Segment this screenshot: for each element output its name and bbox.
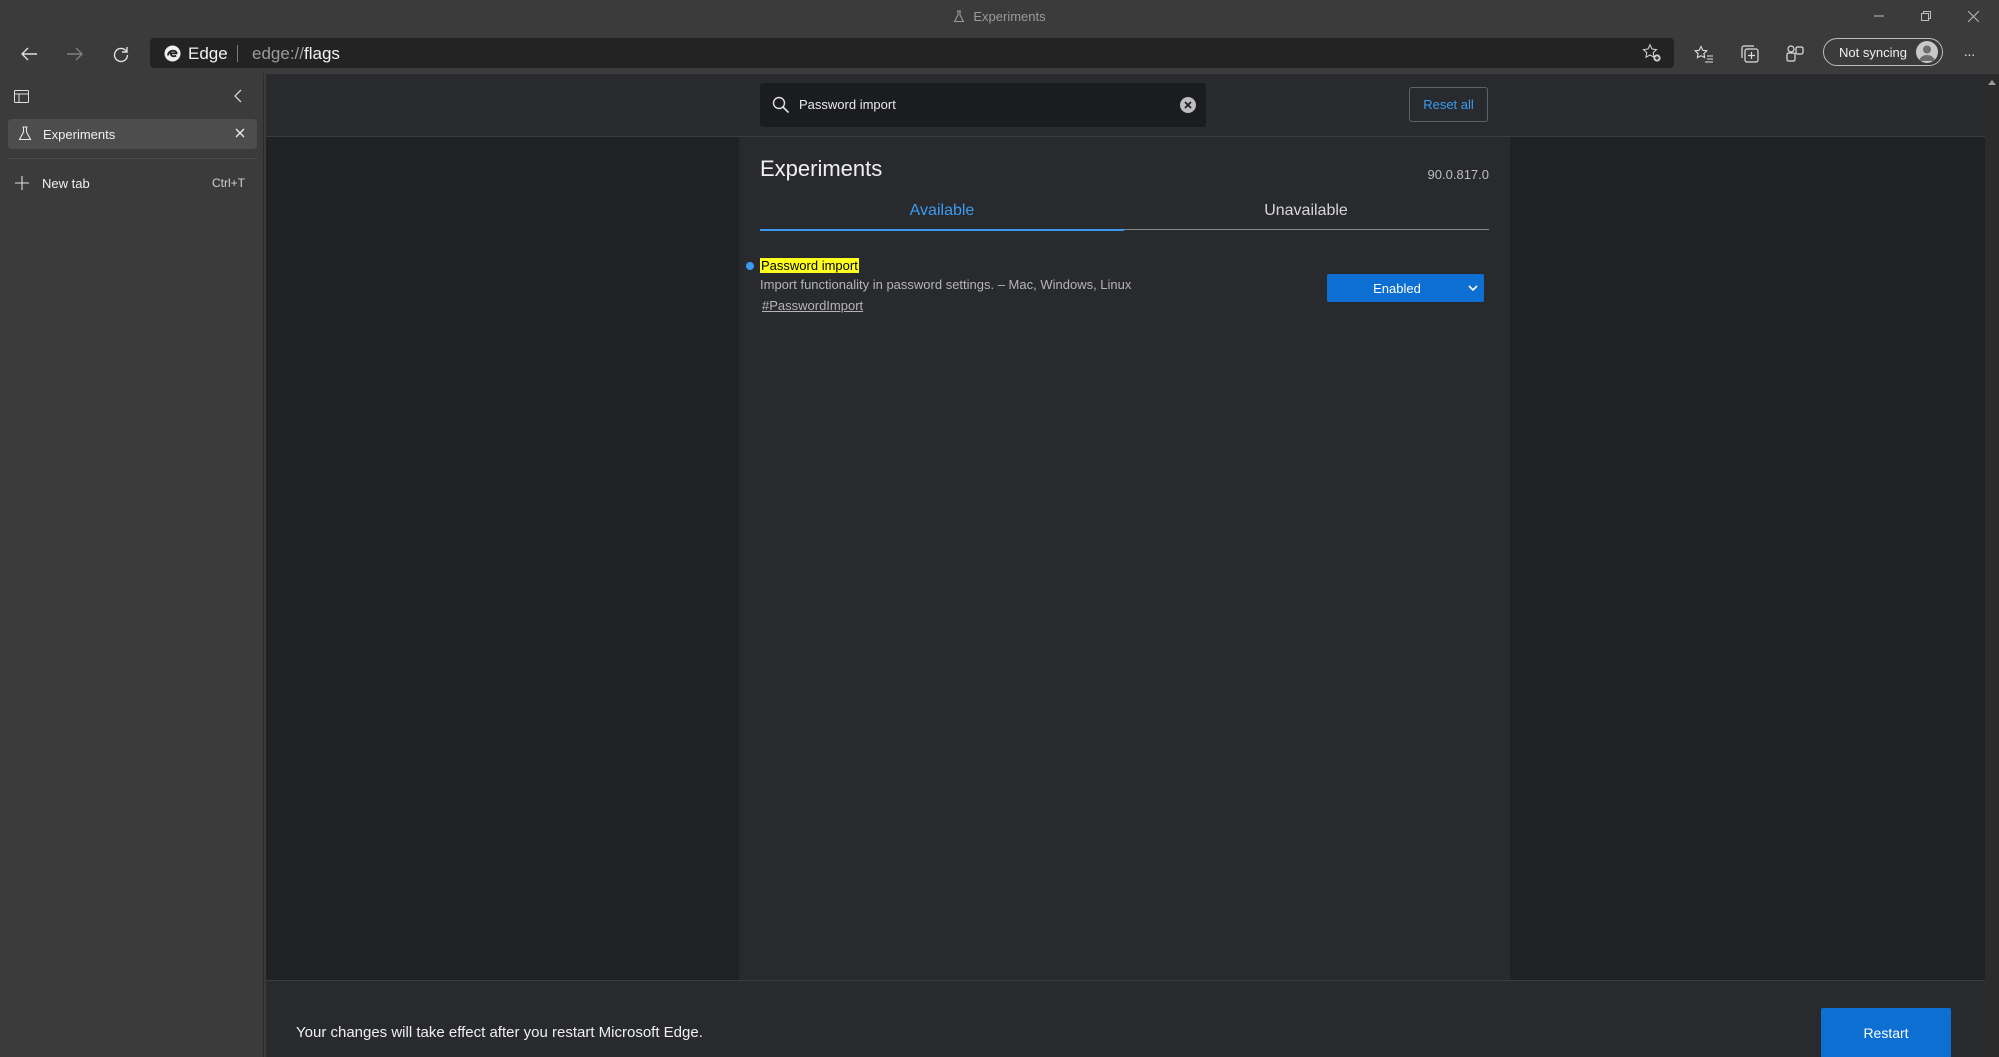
- browser-brand-label: Edge: [188, 44, 228, 63]
- minimize-button[interactable]: [1859, 4, 1899, 28]
- profile-sync-button[interactable]: Not syncing: [1823, 38, 1943, 66]
- flask-icon: [18, 126, 32, 141]
- experiments-tabs: Available Unavailable: [760, 189, 1489, 231]
- version-label: 90.0.817.0: [1427, 167, 1489, 182]
- restart-message: Your changes will take effect after you …: [296, 1024, 703, 1041]
- restore-icon: [1921, 11, 1931, 21]
- tab-divider: [8, 158, 257, 159]
- flag-item: Password import Import functionality in …: [739, 257, 1510, 317]
- close-window-button[interactable]: [1953, 4, 1993, 28]
- new-tab-label: New tab: [42, 176, 90, 191]
- vertical-tabs-pane: Experiments New tab Ctrl+T: [0, 73, 264, 1057]
- tab-label: Experiments: [43, 127, 116, 142]
- sync-status-label: Not syncing: [1839, 45, 1907, 60]
- window-title-area: Experiments: [0, 9, 1999, 24]
- forward-arrow-icon: [66, 46, 84, 62]
- collections-icon: [1740, 44, 1760, 64]
- plus-icon: [14, 175, 30, 191]
- search-input[interactable]: Password import: [799, 97, 896, 112]
- url-host: flags: [304, 44, 340, 63]
- add-favorite-icon[interactable]: [1642, 43, 1662, 63]
- more-icon: ···: [1963, 46, 1976, 62]
- close-icon: [1967, 10, 1979, 22]
- flags-page: Password import Reset all Experiments 90…: [266, 74, 1985, 1057]
- collections-button[interactable]: [1738, 42, 1762, 66]
- close-tab-icon[interactable]: [233, 126, 247, 140]
- tab-available[interactable]: Available: [760, 202, 1124, 220]
- address-bar[interactable]: Edge edge://flags: [150, 38, 1674, 68]
- chevron-down-icon: [1467, 283, 1479, 293]
- page-title: Experiments: [760, 156, 883, 181]
- restore-button[interactable]: [1906, 4, 1946, 28]
- minimize-icon: [1874, 11, 1884, 21]
- browser-toolbar: Edge edge://flags Not syncing ···: [0, 34, 1999, 72]
- modified-indicator: [746, 262, 754, 270]
- flag-description: Import functionality in password setting…: [760, 277, 1132, 292]
- flag-permalink[interactable]: #PasswordImport: [762, 298, 863, 313]
- extensions-button[interactable]: [1783, 42, 1807, 66]
- refresh-button[interactable]: [108, 41, 134, 67]
- forward-button[interactable]: [62, 41, 88, 67]
- title-bar: Experiments: [0, 0, 1999, 34]
- flag-state-value: Enabled: [1373, 281, 1421, 296]
- extensions-icon: [1785, 44, 1805, 64]
- favorites-button[interactable]: [1692, 42, 1716, 66]
- search-icon: [772, 96, 790, 114]
- window-title: Experiments: [973, 9, 1046, 24]
- flask-icon: [953, 10, 965, 23]
- flag-name: Password import: [760, 258, 859, 273]
- url-scheme: edge://: [252, 44, 304, 63]
- edge-logo-icon: [164, 45, 181, 62]
- reset-all-button[interactable]: Reset all: [1409, 87, 1488, 122]
- back-arrow-icon: [20, 46, 38, 62]
- url-text[interactable]: edge://flags: [252, 44, 340, 64]
- back-button[interactable]: [16, 41, 42, 67]
- flags-header: Password import Reset all: [266, 74, 1985, 137]
- experiments-panel: Experiments 90.0.817.0 Available Unavail…: [739, 137, 1510, 980]
- address-separator: [237, 45, 238, 62]
- settings-and-more-button[interactable]: ···: [1957, 42, 1981, 66]
- tab-actions-menu-icon[interactable]: [14, 90, 30, 104]
- restart-banner: Your changes will take effect after you …: [266, 980, 1985, 1057]
- avatar: [1916, 41, 1938, 63]
- new-tab-shortcut: Ctrl+T: [212, 176, 245, 190]
- scroll-up-icon[interactable]: [1988, 79, 1996, 85]
- flag-state-select[interactable]: Enabled: [1327, 274, 1484, 302]
- tab-experiments[interactable]: Experiments: [8, 119, 257, 149]
- tab-unavailable[interactable]: Unavailable: [1124, 202, 1488, 220]
- favorites-icon: [1694, 45, 1714, 63]
- refresh-icon: [112, 45, 130, 63]
- collapse-pane-icon[interactable]: [232, 88, 244, 104]
- clear-search-icon[interactable]: [1179, 96, 1197, 114]
- restart-button[interactable]: Restart: [1821, 1008, 1951, 1057]
- new-tab-button[interactable]: New tab Ctrl+T: [8, 169, 257, 197]
- selected-tab-indicator: [760, 229, 1124, 231]
- search-flags-field[interactable]: Password import: [760, 83, 1206, 127]
- scrollbar[interactable]: [1985, 74, 1999, 1057]
